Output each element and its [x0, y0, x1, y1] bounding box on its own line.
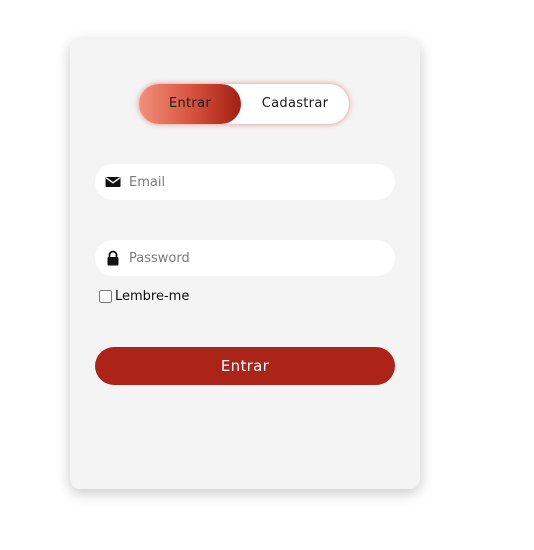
- lock-icon: [107, 250, 119, 266]
- login-submit-button[interactable]: Entrar: [95, 347, 395, 385]
- password-input[interactable]: [129, 240, 379, 276]
- email-field: [95, 164, 395, 200]
- remember-me[interactable]: Lembre-me: [99, 287, 189, 305]
- remember-me-checkbox[interactable]: [99, 289, 112, 303]
- form-toggle: Entrar Cadastrar: [139, 84, 349, 124]
- toggle-signup-button[interactable]: Cadastrar: [241, 84, 349, 124]
- email-input[interactable]: [129, 164, 379, 200]
- password-field: [95, 240, 395, 276]
- envelope-icon: [105, 177, 121, 187]
- login-card: Entrar Cadastrar Lembre-me Entrar: [70, 39, 420, 489]
- toggle-login-button[interactable]: Entrar: [139, 84, 241, 124]
- remember-me-label: Lembre-me: [115, 288, 190, 304]
